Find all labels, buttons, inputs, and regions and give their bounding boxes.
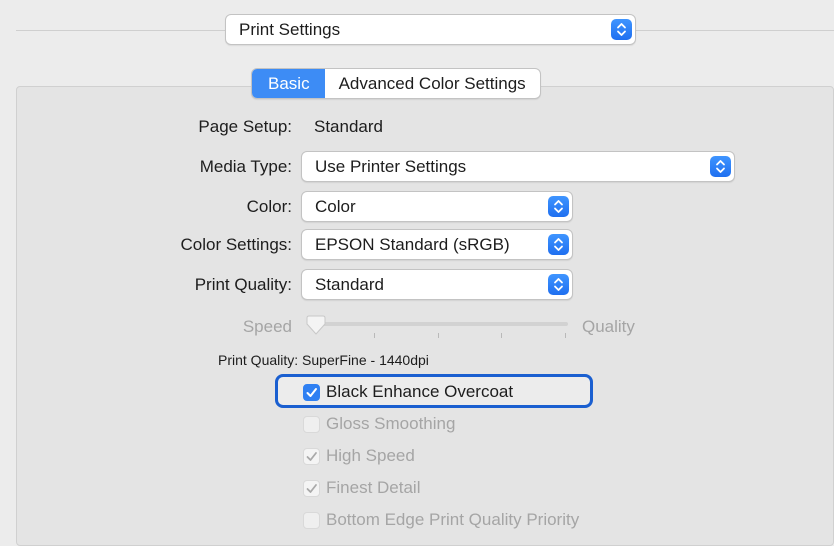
checkbox-gloss-smoothing[interactable]: Gloss Smoothing: [303, 414, 455, 434]
checkbox-checked-icon[interactable]: [303, 479, 320, 497]
page-setup-value: Standard: [314, 117, 383, 136]
checkbox-checked-icon[interactable]: [303, 447, 320, 465]
checkbox-label: High Speed: [326, 446, 415, 465]
slider-tick: [438, 333, 439, 338]
print-quality-label: Print Quality:: [194, 275, 292, 294]
color-settings-label: Color Settings:: [180, 235, 293, 254]
print-settings-popup-label: Print Settings: [239, 20, 341, 39]
separator-line: [636, 30, 834, 31]
checkbox-finest-detail[interactable]: Finest Detail: [303, 478, 420, 498]
checkbox-label: Gloss Smoothing: [326, 414, 456, 433]
slider-tick: [565, 333, 566, 338]
checkbox-label: Black Enhance Overcoat: [326, 382, 514, 401]
checkbox-unchecked-icon[interactable]: [303, 511, 320, 529]
media-type-label: Media Type:: [199, 157, 292, 176]
chevron-updown-icon: [548, 274, 569, 295]
print-quality-popup[interactable]: Standard: [301, 269, 573, 300]
checkbox-bottom-edge-print-quality-priority[interactable]: Bottom Edge Print Quality Priority: [303, 510, 579, 530]
print-quality-popup-value: Standard: [315, 275, 384, 294]
quality-readout-value: SuperFine - 1440dpi: [302, 352, 429, 368]
color-label: Color:: [246, 197, 292, 216]
checkbox-label: Bottom Edge Print Quality Priority: [326, 510, 580, 529]
media-type-popup[interactable]: Use Printer Settings: [301, 151, 735, 182]
print-settings-popup[interactable]: Print Settings: [225, 14, 636, 45]
separator-line: [16, 30, 226, 31]
color-popup[interactable]: Color: [301, 191, 573, 222]
chevron-updown-icon: [611, 19, 632, 40]
chevron-updown-icon: [548, 196, 569, 217]
tab-bar: Basic Advanced Color Settings: [251, 68, 541, 99]
page-setup-label: Page Setup:: [198, 117, 292, 136]
checkbox-high-speed[interactable]: High Speed: [303, 446, 415, 466]
slider-quality-label: Quality: [582, 317, 635, 336]
chevron-updown-icon: [710, 156, 731, 177]
quality-slider-knob[interactable]: [305, 315, 327, 342]
slider-tick: [501, 333, 502, 338]
checkbox-label: Finest Detail: [326, 478, 421, 497]
checkbox-checked-icon[interactable]: [303, 383, 320, 401]
color-settings-popup[interactable]: EPSON Standard (sRGB): [301, 229, 573, 260]
tab-basic[interactable]: Basic: [252, 69, 325, 98]
color-popup-value: Color: [315, 197, 356, 216]
tab-advanced-color-settings[interactable]: Advanced Color Settings: [325, 69, 540, 98]
slider-tick: [374, 333, 375, 338]
slider-speed-label: Speed: [242, 317, 292, 336]
quality-readout-label: Print Quality:: [218, 352, 299, 368]
color-settings-popup-value: EPSON Standard (sRGB): [315, 235, 510, 254]
chevron-updown-icon: [548, 234, 569, 255]
quality-readout: Print Quality: SuperFine - 1440dpi: [218, 352, 429, 368]
quality-slider-track[interactable]: [310, 322, 568, 326]
media-type-popup-value: Use Printer Settings: [315, 157, 467, 176]
checkbox-black-enhance-overcoat[interactable]: Black Enhance Overcoat: [303, 382, 513, 402]
checkbox-unchecked-icon[interactable]: [303, 415, 320, 433]
